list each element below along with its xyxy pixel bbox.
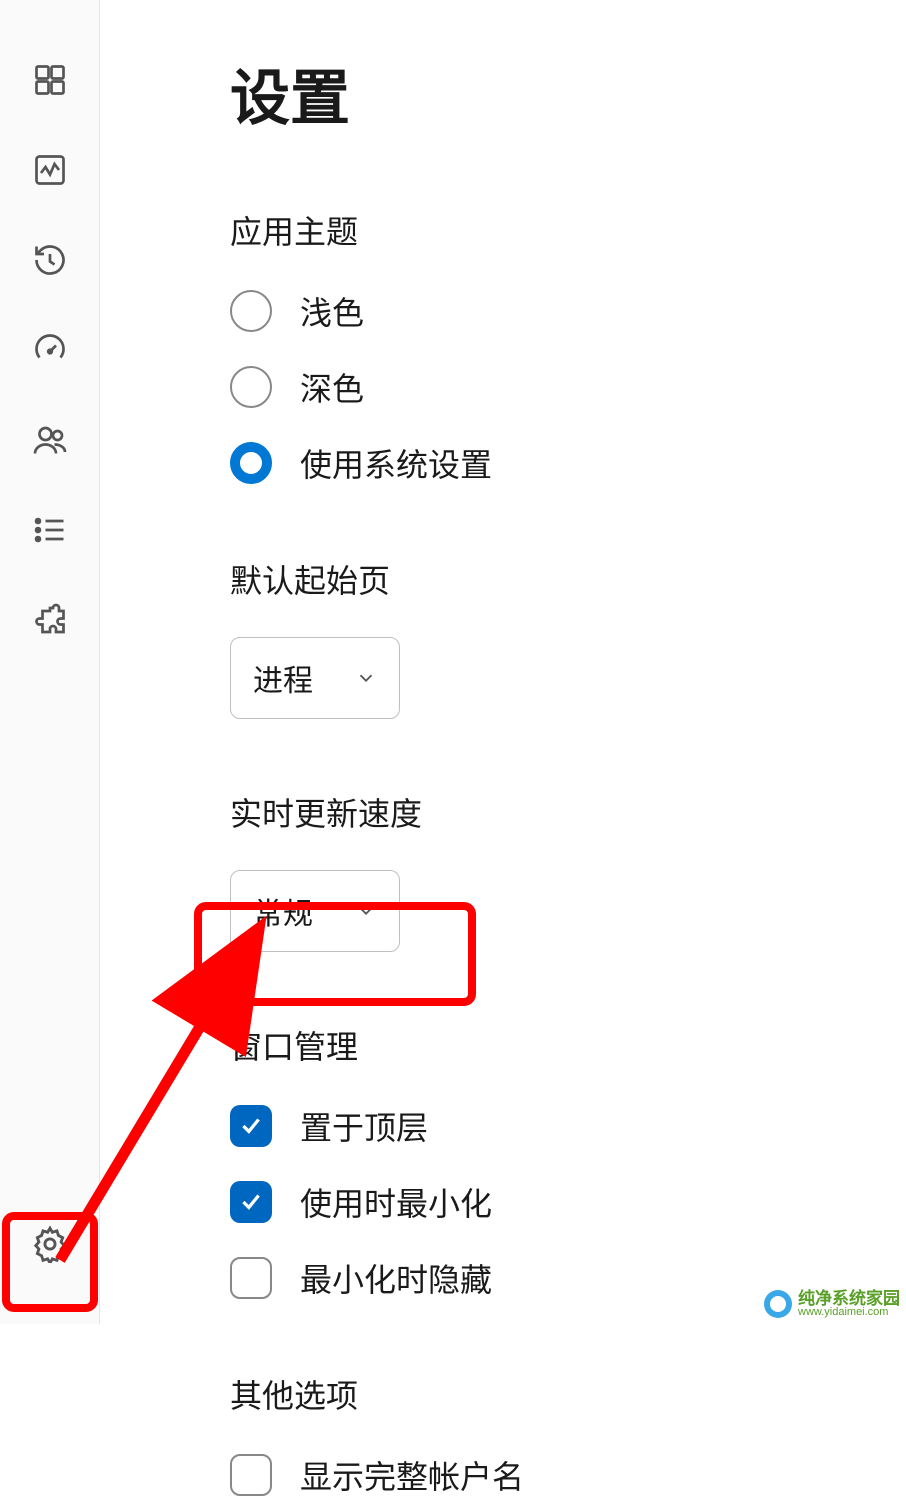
- gauge-icon: [32, 332, 68, 368]
- checkbox-fullaccount[interactable]: 显示完整帐户名: [230, 1452, 906, 1498]
- sidebar-item-startup[interactable]: [20, 320, 80, 380]
- theme-title: 应用主题: [230, 207, 906, 253]
- sidebar-item-users[interactable]: [20, 410, 80, 470]
- sidebar: [0, 0, 100, 1324]
- grid-icon: [32, 62, 68, 98]
- theme-section: 应用主题 浅色 深色 使用系统设置: [230, 207, 906, 486]
- checkbox-unchecked-icon: [230, 1257, 272, 1299]
- radio-label: 深色: [300, 364, 364, 410]
- users-icon: [32, 422, 68, 458]
- sidebar-item-services[interactable]: [20, 590, 80, 650]
- activity-icon: [32, 152, 68, 188]
- window-title: 窗口管理: [230, 1022, 906, 1068]
- content: 设置 应用主题 浅色 深色 使用系统设置 默认起始页 进程 实时更新速度 常规 …: [100, 0, 906, 1324]
- gear-icon: [31, 1225, 69, 1263]
- checkbox-label: 显示完整帐户名: [300, 1452, 524, 1498]
- checkbox-label: 最小化时隐藏: [300, 1255, 492, 1301]
- radio-icon: [230, 366, 272, 408]
- radio-icon-selected: [230, 442, 272, 484]
- history-icon: [32, 242, 68, 278]
- checkbox-label: 置于顶层: [300, 1103, 428, 1149]
- watermark-line1: 纯净系统家园: [798, 1290, 900, 1307]
- updatespeed-section: 实时更新速度 常规: [230, 789, 906, 952]
- watermark-line2: www.yidaimei.com: [798, 1307, 900, 1318]
- checkbox-label: 使用时最小化: [300, 1179, 492, 1225]
- checkbox-checked-icon: [230, 1181, 272, 1223]
- other-section: 其他选项 显示完整帐户名: [230, 1371, 906, 1498]
- updatespeed-dropdown[interactable]: 常规: [230, 870, 400, 952]
- dropdown-value: 常规: [253, 889, 313, 933]
- checkbox-minonuse[interactable]: 使用时最小化: [230, 1179, 906, 1225]
- other-title: 其他选项: [230, 1371, 906, 1417]
- chevron-down-icon: [355, 667, 377, 689]
- dropdown-value: 进程: [253, 656, 313, 700]
- checkbox-unchecked-icon: [230, 1454, 272, 1496]
- radio-label: 使用系统设置: [300, 440, 492, 486]
- sidebar-item-settings[interactable]: [20, 1214, 80, 1274]
- startpage-title: 默认起始页: [230, 556, 906, 602]
- watermark: 纯净系统家园 www.yidaimei.com: [764, 1290, 900, 1318]
- chevron-down-icon: [355, 900, 377, 922]
- sidebar-item-performance[interactable]: [20, 140, 80, 200]
- page-title: 设置: [230, 50, 906, 137]
- sidebar-item-dashboard[interactable]: [20, 50, 80, 110]
- startpage-dropdown[interactable]: 进程: [230, 637, 400, 719]
- startpage-section: 默认起始页 进程: [230, 556, 906, 719]
- radio-icon: [230, 290, 272, 332]
- list-icon: [32, 512, 68, 548]
- sidebar-item-details[interactable]: [20, 500, 80, 560]
- checkbox-checked-icon: [230, 1105, 272, 1147]
- window-section: 窗口管理 置于顶层 使用时最小化 最小化时隐藏: [230, 1022, 906, 1301]
- radio-label: 浅色: [300, 288, 364, 334]
- radio-dark[interactable]: 深色: [230, 364, 906, 410]
- checkbox-ontop[interactable]: 置于顶层: [230, 1103, 906, 1149]
- updatespeed-title: 实时更新速度: [230, 789, 906, 835]
- watermark-logo-icon: [764, 1290, 792, 1318]
- sidebar-item-history[interactable]: [20, 230, 80, 290]
- puzzle-icon: [32, 602, 68, 638]
- radio-light[interactable]: 浅色: [230, 288, 906, 334]
- radio-system[interactable]: 使用系统设置: [230, 440, 906, 486]
